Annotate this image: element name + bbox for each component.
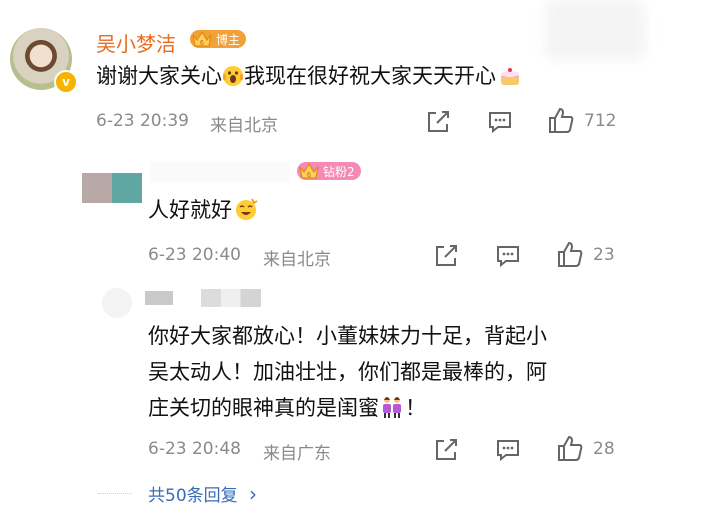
- blurred-username-part: [201, 289, 261, 307]
- blurred-username: [150, 162, 290, 182]
- cake-emoji-icon: [498, 62, 522, 98]
- blogger-badge: 6 博主: [190, 28, 247, 50]
- svg-text:6: 6: [307, 172, 311, 179]
- reply-location: 来自北京: [263, 250, 331, 270]
- crown-level-icon: 6: [297, 160, 321, 182]
- happy-emoji-icon: [234, 196, 258, 232]
- comment-icon[interactable]: [494, 242, 522, 274]
- view-replies-link[interactable]: 共50条回复 ›: [148, 481, 257, 506]
- share-icon[interactable]: [424, 108, 452, 140]
- comment-text: 谢谢大家关心 我现在很好祝大家天天开心: [96, 58, 522, 98]
- share-icon[interactable]: [432, 436, 460, 468]
- avatar[interactable]: [82, 173, 112, 203]
- badge-label: 钻粉2: [323, 164, 355, 179]
- username[interactable]: 吴小梦洁: [96, 28, 176, 57]
- badge-label: 博主: [216, 32, 241, 47]
- like-count: 712: [584, 111, 617, 131]
- comment-icon[interactable]: [494, 436, 522, 468]
- blurred-username: [145, 291, 173, 305]
- chevron-right-icon: ›: [249, 482, 258, 506]
- reply-text: 人好就好: [148, 192, 258, 232]
- diamond-fan-badge: 6 钻粉2: [297, 162, 361, 180]
- like-icon[interactable]: [546, 106, 576, 140]
- comment-location: 来自北京: [210, 116, 278, 136]
- reply-time: 6-23 20:40: [148, 245, 241, 265]
- scream-emoji-icon: [222, 62, 244, 98]
- comment-time: 6-23 20:39: [96, 111, 189, 131]
- svg-text:6: 6: [200, 40, 204, 47]
- blurred-region: [545, 0, 645, 60]
- share-icon[interactable]: [432, 242, 460, 274]
- like-count: 23: [593, 245, 615, 265]
- reply-location: 来自广东: [263, 444, 331, 464]
- verified-badge-icon: v: [54, 70, 78, 94]
- avatar-part: [112, 173, 142, 203]
- reply-text: 你好大家都放心！小董妹妹力十足，背起小 吴太动人！加油壮壮，你们都是最棒的，阿 …: [148, 318, 618, 430]
- divider: [98, 493, 132, 494]
- crown-level-icon: 6: [190, 28, 214, 50]
- two-women-emoji-icon: [380, 394, 404, 430]
- like-icon[interactable]: [555, 434, 585, 468]
- like-icon[interactable]: [555, 240, 585, 274]
- comment-icon[interactable]: [486, 108, 514, 140]
- avatar[interactable]: [102, 288, 132, 318]
- reply-time: 6-23 20:48: [148, 439, 241, 459]
- like-count: 28: [593, 439, 615, 459]
